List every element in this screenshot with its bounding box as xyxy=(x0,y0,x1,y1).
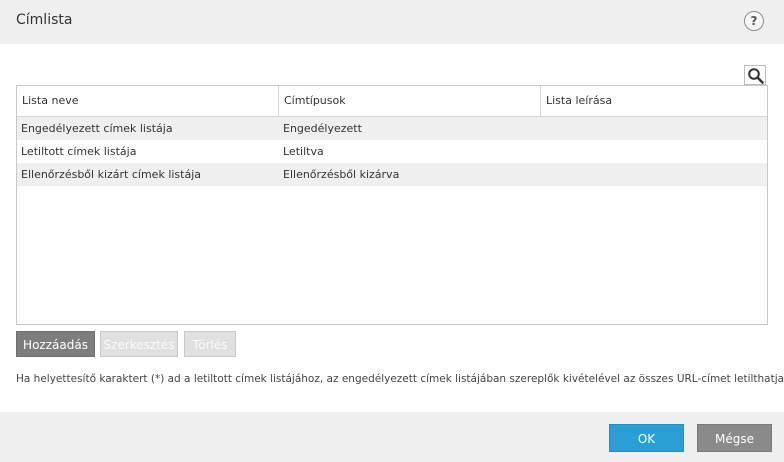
wildcard-note: Ha helyettesítő karaktert (*) ad a letil… xyxy=(16,373,784,385)
help-icon[interactable]: ? xyxy=(744,11,764,31)
add-button[interactable]: Hozzáadás xyxy=(16,331,95,357)
cell-list-name: Engedélyezett címek listája xyxy=(21,122,173,135)
address-list-table: Lista neve Címtípusok Lista leírása Enge… xyxy=(16,85,768,325)
search-button[interactable] xyxy=(744,65,766,85)
column-header-address-type[interactable]: Címtípusok xyxy=(279,86,541,116)
ok-button[interactable]: OK xyxy=(609,424,684,452)
cell-address-type: Engedélyezett xyxy=(283,122,362,135)
cell-list-description xyxy=(541,140,545,163)
table-row[interactable]: Engedélyezett címek listája Engedélyezet… xyxy=(17,117,767,140)
table-body: Engedélyezett címek listája Engedélyezet… xyxy=(17,117,767,186)
table-row[interactable]: Letiltott címek listája Letiltva xyxy=(17,140,767,163)
cell-address-type: Letiltva xyxy=(283,145,324,158)
cell-list-description xyxy=(541,163,545,186)
edit-button[interactable]: Szerkesztés xyxy=(100,331,178,357)
dialog-footer: OK Mégse xyxy=(0,412,784,462)
cell-list-name: Letiltott címek listája xyxy=(21,145,137,158)
dialog-title-bar: Címlista ? xyxy=(0,0,784,44)
delete-button[interactable]: Törlés xyxy=(184,331,236,357)
search-icon xyxy=(748,68,764,84)
table-header: Lista neve Címtípusok Lista leírása xyxy=(17,86,767,117)
cell-list-name: Ellenőrzésből kizárt címek listája xyxy=(21,168,202,181)
cancel-button[interactable]: Mégse xyxy=(697,424,772,452)
cell-list-description xyxy=(541,117,545,140)
column-header-list-name[interactable]: Lista neve xyxy=(17,86,279,116)
cell-address-type: Ellenőrzésből kizárva xyxy=(283,168,400,181)
table-row[interactable]: Ellenőrzésből kizárt címek listája Ellen… xyxy=(17,163,767,186)
dialog-title: Címlista xyxy=(16,12,73,28)
column-header-list-description[interactable]: Lista leírása xyxy=(541,86,767,116)
